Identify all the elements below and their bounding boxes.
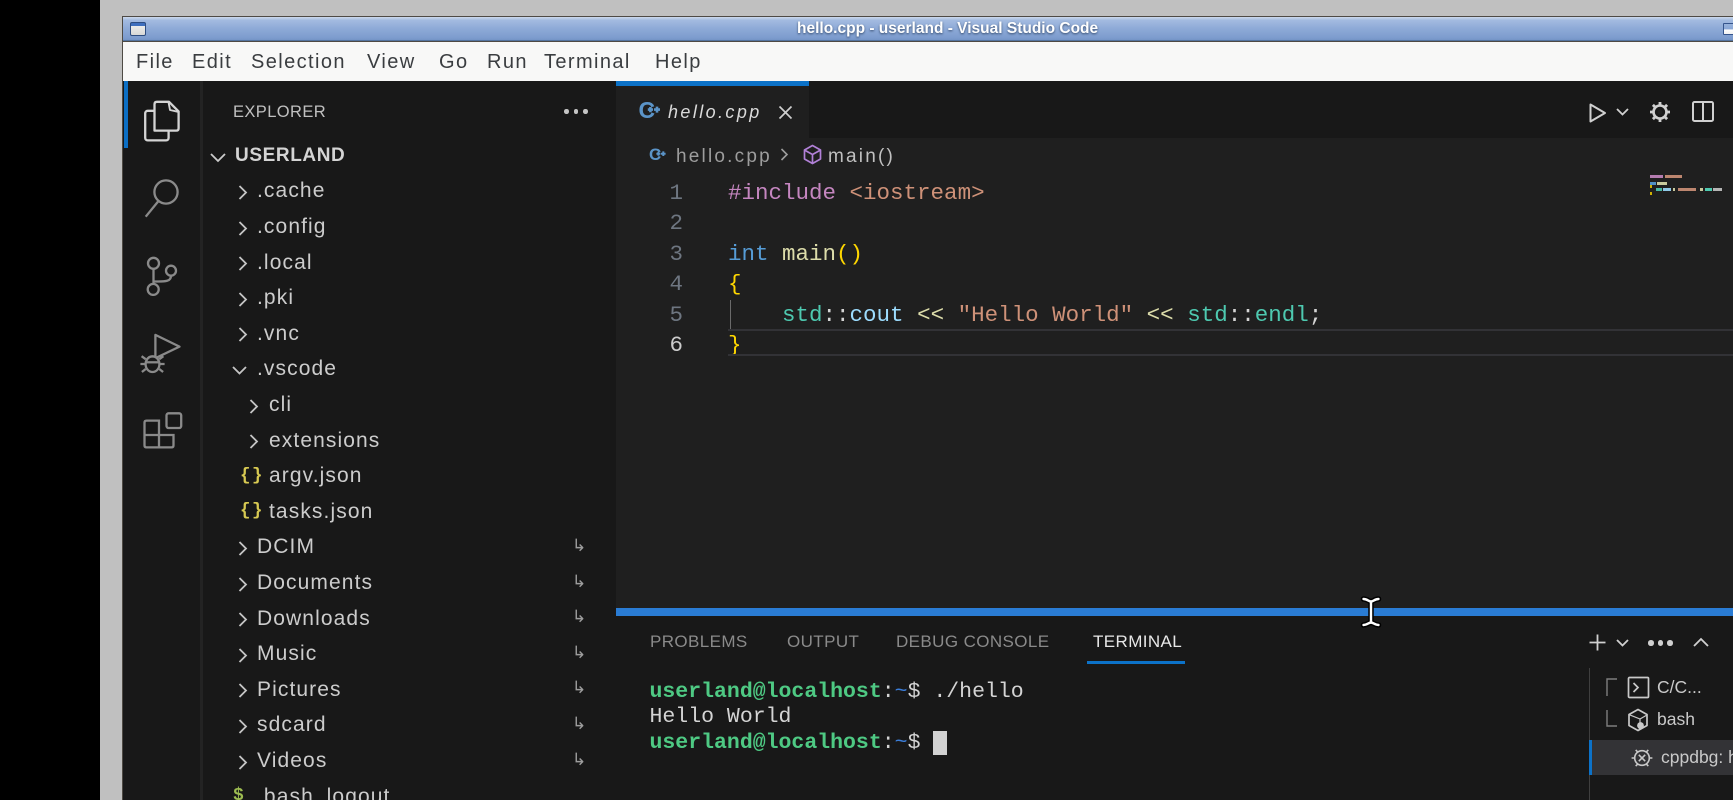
svg-text:s: s [1639, 723, 1643, 730]
